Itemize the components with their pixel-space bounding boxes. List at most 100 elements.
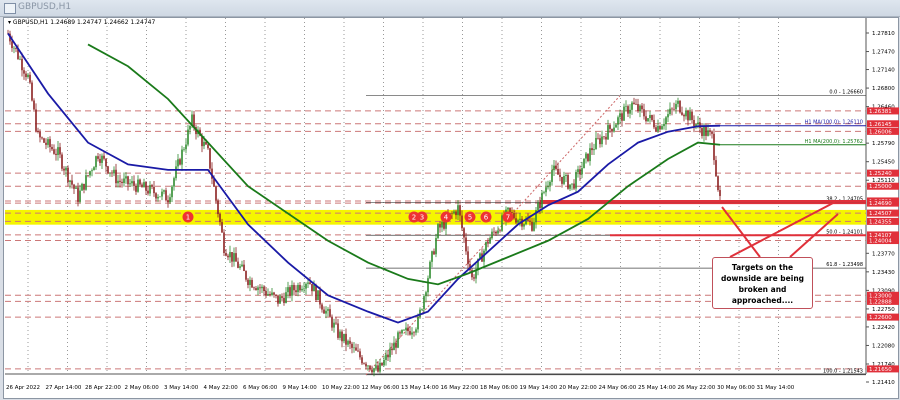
- candle-body: [439, 224, 441, 228]
- x-tick-label: 28 Apr 22:00: [85, 385, 121, 391]
- candle-body: [579, 169, 581, 175]
- candle-body: [601, 136, 603, 145]
- candle-body: [219, 214, 221, 223]
- candle-body: [301, 288, 303, 291]
- price-label: 1.24507: [869, 211, 892, 217]
- candle-body: [103, 155, 105, 159]
- candle-body: [705, 126, 707, 136]
- candle-body: [19, 58, 21, 60]
- x-tick-label: 6 May 06:00: [243, 385, 278, 391]
- y-tick-label: 1.23770: [872, 251, 895, 257]
- candle-body: [273, 292, 275, 295]
- candle-body: [11, 41, 13, 49]
- price-chart[interactable]: 26 Apr 2022 27 Apr 14:00 28 Apr 22:00 2 May…: [0, 0, 900, 400]
- event-marker-label: 6: [484, 214, 489, 222]
- legend-ohlc: 1.24689 1.24747 1.24662 1.24747: [50, 19, 156, 26]
- candle-body: [241, 264, 243, 267]
- candle-body: [333, 322, 335, 328]
- candle-body: [69, 180, 71, 183]
- candle-body: [169, 197, 171, 203]
- candle-body: [379, 362, 381, 372]
- candle-body: [463, 228, 465, 238]
- candle-body: [87, 175, 89, 176]
- candle-body: [159, 196, 161, 198]
- candle-body: [587, 153, 589, 162]
- candle-body: [303, 288, 305, 290]
- candle-body: [549, 181, 551, 186]
- event-marker-label: 7: [506, 214, 510, 222]
- candle-body: [329, 309, 331, 317]
- candle-body: [185, 144, 187, 150]
- candle-body: [279, 296, 281, 304]
- candle-body: [47, 139, 49, 145]
- x-tick-label: 26 Apr 2022: [6, 385, 40, 391]
- candle-body: [515, 218, 517, 223]
- x-tick-label: 18 May 06:00: [480, 385, 518, 391]
- candle-body: [431, 251, 433, 262]
- candle-body: [275, 294, 277, 296]
- candle-body: [467, 251, 469, 265]
- x-tick-label: 4 May 22:00: [204, 385, 239, 391]
- candle-body: [559, 174, 561, 177]
- candle-body: [347, 340, 349, 345]
- candle-body: [671, 108, 673, 110]
- candle-body: [363, 363, 365, 364]
- candle-body: [537, 202, 539, 211]
- candle-body: [387, 354, 389, 358]
- candle-body: [401, 329, 403, 334]
- candle-body: [349, 340, 351, 344]
- candle-body: [137, 179, 139, 192]
- candle-body: [713, 133, 715, 161]
- candle-body: [679, 100, 681, 113]
- candle-body: [461, 215, 463, 229]
- candle-body: [173, 178, 175, 187]
- candle-body: [157, 196, 159, 199]
- candle-body: [577, 169, 579, 173]
- candle-body: [227, 255, 229, 258]
- candle-body: [55, 153, 57, 156]
- candle-body: [257, 287, 259, 291]
- candle-body: [187, 129, 189, 145]
- candle-body: [623, 106, 625, 121]
- candle-body: [405, 327, 407, 330]
- candle-body: [455, 211, 457, 216]
- candle-body: [689, 111, 691, 121]
- candle-body: [193, 114, 195, 128]
- candle-body: [133, 181, 135, 186]
- candle-body: [371, 369, 373, 373]
- candle-body: [105, 158, 107, 167]
- candle-body: [415, 329, 417, 333]
- chart-legend: ▾ GBPUSD,H1 1.24689 1.24747 1.24662 1.24…: [8, 19, 156, 26]
- candle-body: [485, 242, 487, 251]
- candle-body: [97, 156, 99, 159]
- candle-body: [337, 323, 339, 338]
- candle-body: [669, 108, 671, 115]
- candle-body: [533, 222, 535, 231]
- candle-body: [613, 127, 615, 132]
- candle-body: [497, 230, 499, 234]
- candle-body: [79, 190, 81, 202]
- candle-body: [575, 172, 577, 189]
- candle-body: [719, 190, 721, 196]
- candle-body: [399, 332, 401, 334]
- candle-body: [657, 125, 659, 132]
- support-zone: [5, 209, 866, 225]
- candle-body: [251, 279, 253, 288]
- candle-body: [683, 114, 685, 117]
- candle-body: [127, 176, 129, 185]
- candle-body: [131, 181, 133, 184]
- candle-body: [529, 220, 531, 222]
- candle-body: [203, 141, 205, 147]
- y-tick-label: 1.27140: [872, 68, 895, 74]
- candle-body: [111, 172, 113, 174]
- candle-body: [311, 283, 313, 292]
- candle-body: [433, 251, 435, 255]
- candle-body: [437, 224, 439, 239]
- candle-body: [209, 148, 211, 169]
- candle-body: [101, 155, 103, 163]
- candle-body: [177, 159, 179, 167]
- candle-body: [53, 149, 55, 154]
- candle-body: [543, 192, 545, 193]
- candle-body: [297, 284, 299, 293]
- candle-body: [565, 175, 567, 177]
